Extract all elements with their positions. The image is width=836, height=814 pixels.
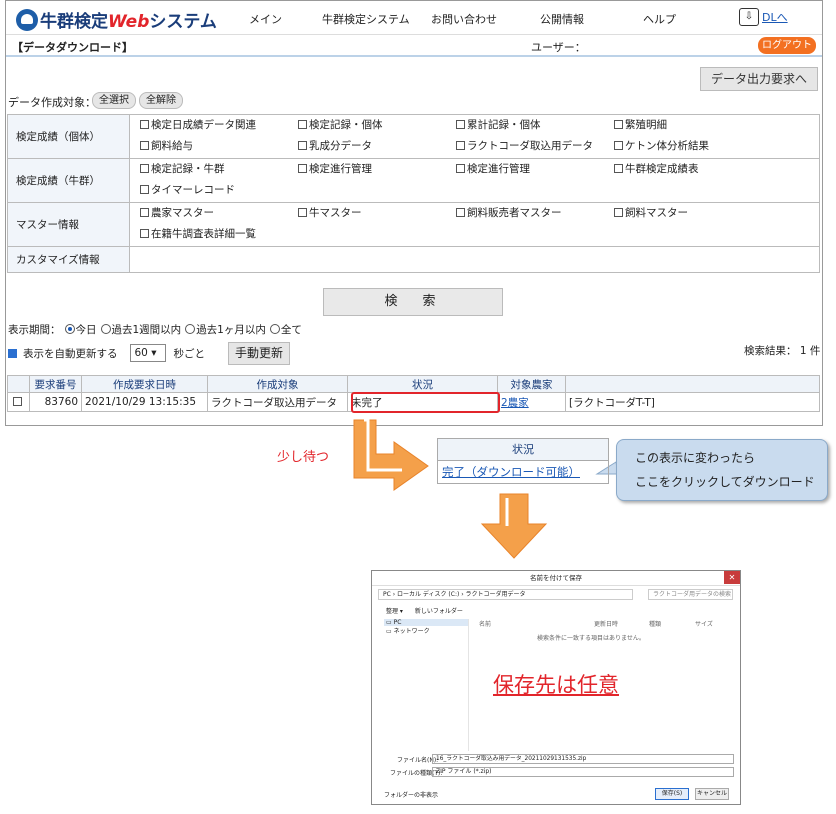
close-icon[interactable]: ✕ bbox=[724, 571, 740, 584]
filetype-select[interactable]: ZIP ファイル (*.zip) bbox=[432, 767, 734, 777]
wait-note: 少し待つ bbox=[277, 450, 330, 465]
callout-line: ここをクリックしてダウンロード bbox=[635, 475, 815, 489]
new-folder-button[interactable]: 新しいフォルダー bbox=[415, 608, 463, 615]
organize-menu[interactable]: 整理 ▾ bbox=[386, 608, 403, 615]
dialog-titlebar: 名前を付けて保存 ✕ bbox=[372, 571, 740, 586]
save-location-note: 保存先は任意 bbox=[493, 673, 619, 697]
down-arrow-icon bbox=[480, 493, 548, 559]
empty-message: 検索条件に一致する項目はありません。 bbox=[537, 635, 645, 642]
nav-tree: ▭ PC ▭ ネットワーク bbox=[384, 619, 469, 751]
save-button[interactable]: 保存(S) bbox=[655, 788, 689, 800]
column-header[interactable]: サイズ bbox=[695, 619, 713, 628]
hide-folders-toggle[interactable]: フォルダーの非表示 bbox=[384, 790, 438, 799]
callout-line: この表示に変わったら bbox=[635, 451, 756, 465]
column-header[interactable]: 更新日時 bbox=[594, 619, 618, 628]
network-icon: ▭ bbox=[386, 628, 392, 635]
tree-item-pc[interactable]: ▭ PC bbox=[384, 619, 468, 626]
column-header[interactable]: 名前 bbox=[479, 619, 491, 628]
cancel-button[interactable]: キャンセル bbox=[695, 788, 729, 800]
instruction-callout: この表示に変わったら ここをクリックしてダウンロード bbox=[616, 439, 828, 501]
pc-icon: ▭ bbox=[386, 619, 392, 626]
column-header[interactable]: 種類 bbox=[649, 619, 661, 628]
filename-field[interactable]: 16_ラクトコーダ取込み用データ_20211029131535.zip bbox=[432, 754, 734, 764]
status-zoom: 状況 完了（ダウンロード可能） bbox=[437, 438, 609, 484]
status-header: 状況 bbox=[438, 439, 608, 461]
right-arrow-icon bbox=[353, 418, 429, 491]
address-bar[interactable]: PC › ローカル ディスク (C:) › ラクトコーダ用データ bbox=[378, 589, 633, 600]
search-input[interactable]: ラクトコーダ用データの検索 bbox=[648, 589, 733, 600]
download-complete-link[interactable]: 完了（ダウンロード可能） bbox=[438, 461, 608, 483]
dialog-title: 名前を付けて保存 bbox=[530, 574, 582, 582]
dialog-toolbar: 整理 ▾ 新しいフォルダー bbox=[386, 606, 463, 615]
tree-item-network[interactable]: ▭ ネットワーク bbox=[384, 626, 468, 635]
